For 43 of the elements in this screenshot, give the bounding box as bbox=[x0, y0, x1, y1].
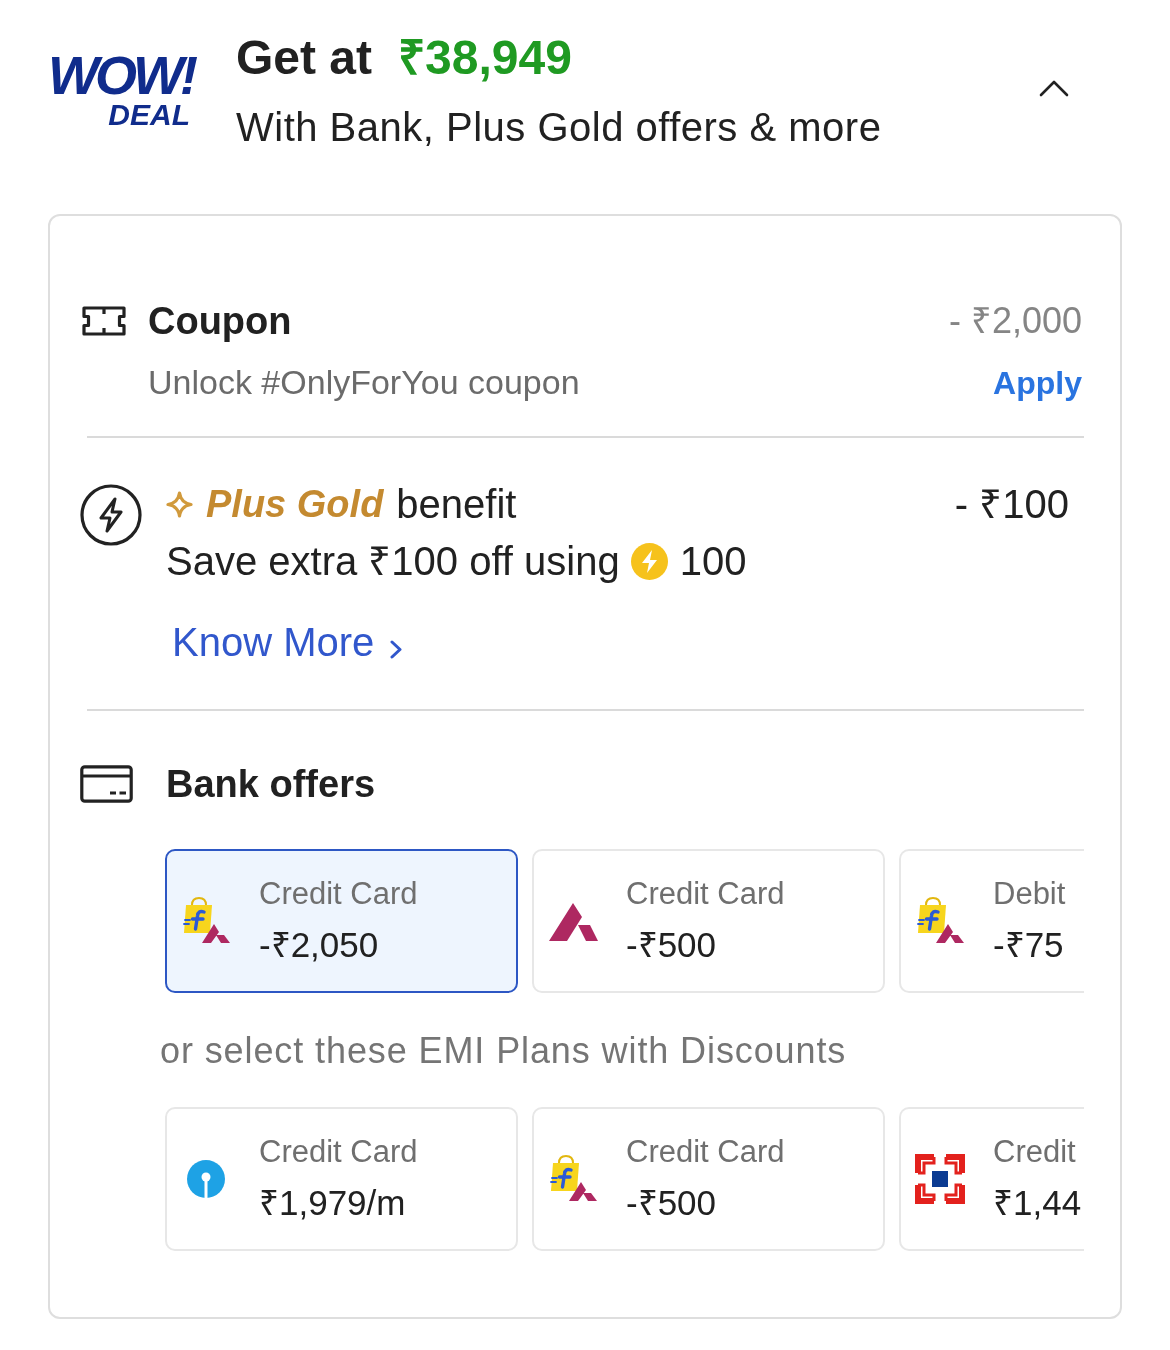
ticket-icon bbox=[82, 306, 126, 336]
benefit-title: benefit bbox=[396, 481, 517, 528]
offer-card-type: Debit bbox=[993, 875, 1066, 913]
square-frame-logo-icon bbox=[914, 1153, 966, 1205]
sparkle-icon bbox=[166, 491, 193, 518]
chevron-right-icon bbox=[390, 640, 403, 659]
deal-title: Get at bbox=[236, 30, 373, 86]
logo-tagline: DEAL bbox=[108, 100, 190, 130]
offer-card-type: Credit Card bbox=[626, 875, 785, 913]
offer-amount: -₹2,050 bbox=[259, 924, 380, 966]
offer-card-type: Credit Card bbox=[259, 875, 418, 913]
offer-card[interactable]: Credit ₹1,44 bbox=[899, 1107, 1084, 1251]
offer-amount: ₹1,979/m bbox=[259, 1182, 407, 1224]
offer-amount: -₹500 bbox=[626, 924, 718, 966]
deal-subtitle: With Bank, Plus Gold offers & more bbox=[236, 104, 882, 151]
membership-name: Plus Gold bbox=[206, 482, 384, 527]
emi-plans-label: or select these EMI Plans with Discounts bbox=[160, 1029, 848, 1073]
offer-card[interactable]: Credit Card -₹2,050 bbox=[165, 849, 518, 993]
card-icon bbox=[80, 765, 133, 803]
offer-amount: -₹500 bbox=[626, 1182, 718, 1224]
offer-card-type: Credit Card bbox=[259, 1133, 418, 1171]
offer-card[interactable]: Credit Card ₹1,979/m bbox=[165, 1107, 518, 1251]
offer-card[interactable]: Credit Card -₹500 bbox=[532, 849, 885, 993]
know-more-link[interactable]: Know More bbox=[172, 614, 403, 671]
coupon-discount: - ₹2,000 bbox=[948, 299, 1082, 343]
coin-count: 100 bbox=[679, 538, 747, 585]
benefit-discount: - ₹100 bbox=[954, 481, 1069, 528]
offer-amount: ₹1,44 bbox=[993, 1182, 1082, 1224]
offer-card[interactable]: Debit -₹75 bbox=[899, 849, 1084, 993]
benefit-description: Save extra ₹100 off using bbox=[166, 538, 620, 585]
offer-amount: -₹75 bbox=[993, 924, 1065, 966]
bank-offers-title: Bank offers bbox=[166, 762, 376, 807]
offer-card[interactable]: Credit Card -₹500 bbox=[532, 1107, 885, 1251]
logo-headline: WOW! bbox=[48, 52, 194, 98]
lightning-circle-icon bbox=[80, 484, 142, 546]
apply-button[interactable]: Apply bbox=[993, 362, 1082, 404]
deal-price: ₹38,949 bbox=[398, 30, 572, 86]
coupon-description: Unlock #OnlyForYou coupon bbox=[148, 362, 580, 403]
chevron-up-icon[interactable] bbox=[1039, 80, 1069, 97]
offer-card-type: Credit Card bbox=[626, 1133, 785, 1171]
coin-icon bbox=[630, 543, 668, 580]
offer-card-type: Credit bbox=[993, 1133, 1077, 1171]
coupon-title: Coupon bbox=[148, 299, 292, 344]
